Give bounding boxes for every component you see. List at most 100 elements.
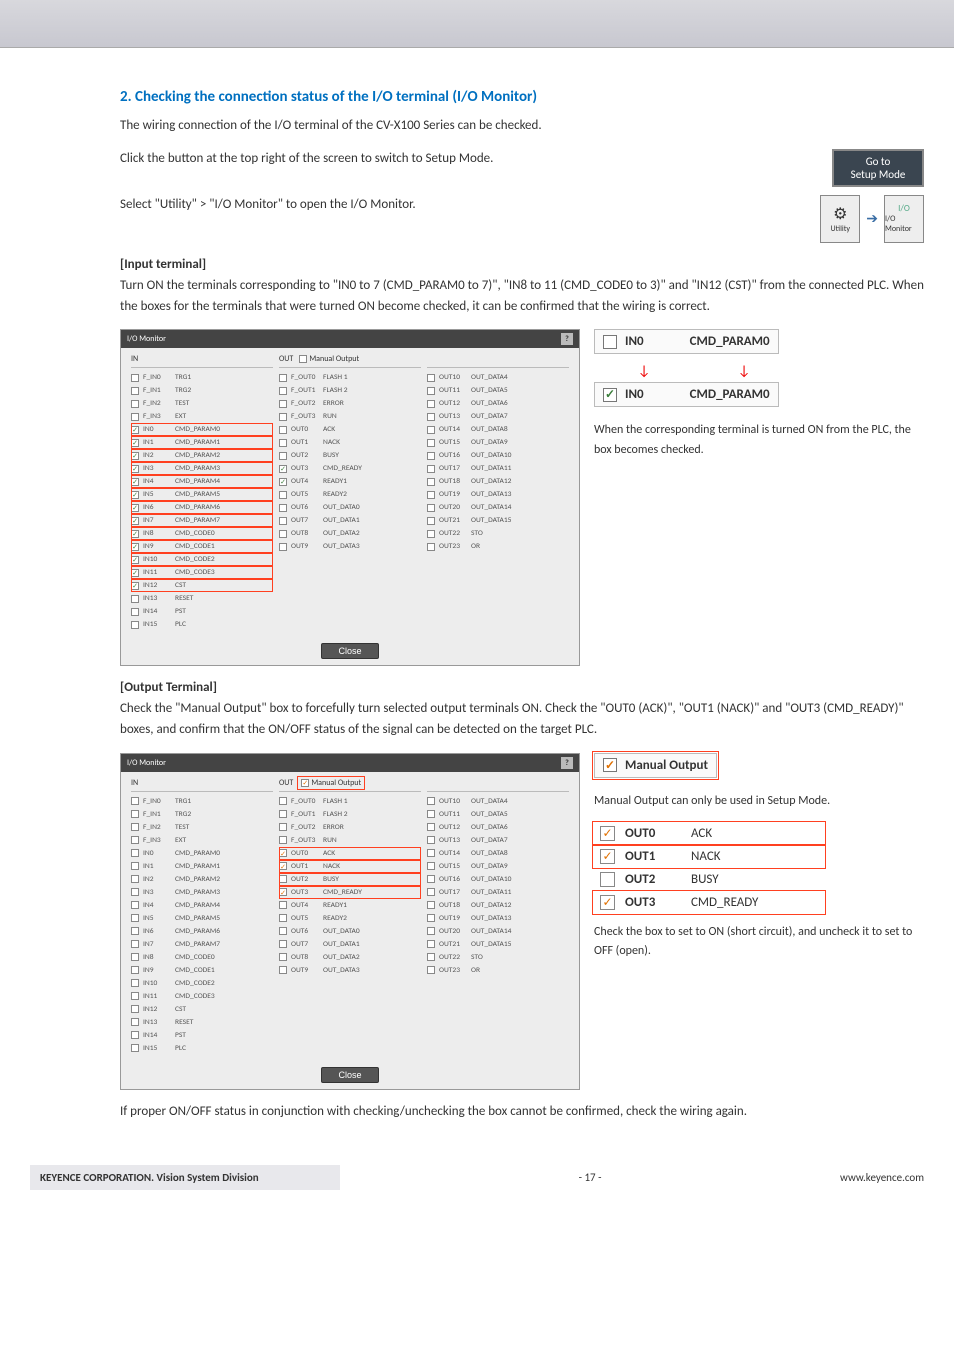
io-checkbox[interactable]: [427, 517, 435, 525]
io-checkbox[interactable]: [131, 595, 139, 603]
io-checkbox[interactable]: [131, 940, 139, 948]
io-checkbox[interactable]: [131, 888, 139, 896]
close-button[interactable]: Close: [321, 1067, 378, 1083]
io-checkbox[interactable]: [131, 465, 139, 473]
io-checkbox[interactable]: [279, 387, 287, 395]
io-checkbox[interactable]: [131, 966, 139, 974]
io-checkbox[interactable]: [427, 823, 435, 831]
io-checkbox[interactable]: [279, 374, 287, 382]
io-checkbox[interactable]: [427, 439, 435, 447]
io-checkbox[interactable]: [131, 491, 139, 499]
io-checkbox[interactable]: [279, 452, 287, 460]
io-checkbox[interactable]: [427, 901, 435, 909]
io-checkbox[interactable]: [427, 543, 435, 551]
io-checkbox[interactable]: [131, 621, 139, 629]
io-checkbox[interactable]: [427, 413, 435, 421]
io-checkbox[interactable]: [131, 530, 139, 538]
io-checkbox[interactable]: [131, 862, 139, 870]
io-checkbox[interactable]: [279, 426, 287, 434]
io-checkbox[interactable]: [427, 374, 435, 382]
io-checkbox[interactable]: [427, 953, 435, 961]
io-checkbox[interactable]: [427, 940, 435, 948]
io-checkbox[interactable]: [427, 426, 435, 434]
io-checkbox[interactable]: [279, 914, 287, 922]
io-checkbox[interactable]: [427, 914, 435, 922]
io-checkbox[interactable]: [427, 810, 435, 818]
io-checkbox[interactable]: [279, 413, 287, 421]
io-checkbox[interactable]: [131, 582, 139, 590]
io-checkbox[interactable]: [131, 426, 139, 434]
output-checkbox[interactable]: [600, 872, 615, 887]
io-checkbox[interactable]: [427, 465, 435, 473]
io-checkbox[interactable]: [131, 556, 139, 564]
io-checkbox[interactable]: [131, 1031, 139, 1039]
io-checkbox[interactable]: [131, 1005, 139, 1013]
io-checkbox[interactable]: [279, 465, 287, 473]
io-checkbox[interactable]: [279, 517, 287, 525]
io-checkbox[interactable]: [131, 953, 139, 961]
io-checkbox[interactable]: [427, 888, 435, 896]
io-checkbox[interactable]: [279, 797, 287, 805]
io-checkbox[interactable]: [279, 439, 287, 447]
manual-output-checkbox[interactable]: [299, 355, 307, 363]
io-checkbox[interactable]: [427, 836, 435, 844]
io-checkbox[interactable]: [279, 478, 287, 486]
help-icon[interactable]: ?: [561, 757, 573, 769]
io-checkbox[interactable]: [279, 927, 287, 935]
io-checkbox[interactable]: [131, 504, 139, 512]
io-checkbox[interactable]: [131, 992, 139, 1000]
io-checkbox[interactable]: [131, 543, 139, 551]
io-checkbox[interactable]: [131, 374, 139, 382]
output-checkbox[interactable]: [600, 826, 615, 841]
io-checkbox[interactable]: [427, 966, 435, 974]
io-checkbox[interactable]: [279, 543, 287, 551]
io-checkbox[interactable]: [131, 823, 139, 831]
io-checkbox[interactable]: [131, 608, 139, 616]
manual-output-checkbox[interactable]: [301, 779, 309, 787]
io-checkbox[interactable]: [279, 901, 287, 909]
io-checkbox[interactable]: [427, 400, 435, 408]
io-checkbox[interactable]: [427, 797, 435, 805]
io-checkbox[interactable]: [131, 517, 139, 525]
io-checkbox[interactable]: [131, 478, 139, 486]
io-checkbox[interactable]: [279, 875, 287, 883]
io-checkbox[interactable]: [279, 940, 287, 948]
io-checkbox[interactable]: [279, 888, 287, 896]
io-checkbox[interactable]: [131, 1018, 139, 1026]
io-checkbox[interactable]: [427, 530, 435, 538]
io-checkbox[interactable]: [427, 478, 435, 486]
io-checkbox[interactable]: [279, 849, 287, 857]
io-checkbox[interactable]: [131, 836, 139, 844]
io-checkbox[interactable]: [131, 569, 139, 577]
io-checkbox[interactable]: [279, 823, 287, 831]
io-checkbox[interactable]: [279, 966, 287, 974]
io-checkbox[interactable]: [131, 914, 139, 922]
output-checkbox[interactable]: [600, 849, 615, 864]
io-checkbox[interactable]: [427, 387, 435, 395]
io-checkbox[interactable]: [131, 387, 139, 395]
io-checkbox[interactable]: [131, 810, 139, 818]
io-checkbox[interactable]: [131, 849, 139, 857]
io-checkbox[interactable]: [131, 413, 139, 421]
io-checkbox[interactable]: [279, 953, 287, 961]
io-checkbox[interactable]: [279, 530, 287, 538]
io-checkbox[interactable]: [131, 439, 139, 447]
io-checkbox[interactable]: [131, 875, 139, 883]
io-monitor-button[interactable]: I/O I/O Monitor: [884, 195, 924, 243]
setup-mode-button[interactable]: Go to Setup Mode: [832, 149, 924, 187]
output-checkbox[interactable]: [600, 895, 615, 910]
io-checkbox[interactable]: [279, 836, 287, 844]
io-checkbox[interactable]: [427, 927, 435, 935]
io-checkbox[interactable]: [131, 400, 139, 408]
io-checkbox[interactable]: [131, 797, 139, 805]
io-checkbox[interactable]: [427, 504, 435, 512]
io-checkbox[interactable]: [427, 452, 435, 460]
io-checkbox[interactable]: [427, 875, 435, 883]
io-checkbox[interactable]: [427, 491, 435, 499]
io-checkbox[interactable]: [131, 452, 139, 460]
io-checkbox[interactable]: [131, 1044, 139, 1052]
io-checkbox[interactable]: [131, 979, 139, 987]
io-checkbox[interactable]: [131, 901, 139, 909]
io-checkbox[interactable]: [427, 862, 435, 870]
io-checkbox[interactable]: [279, 862, 287, 870]
